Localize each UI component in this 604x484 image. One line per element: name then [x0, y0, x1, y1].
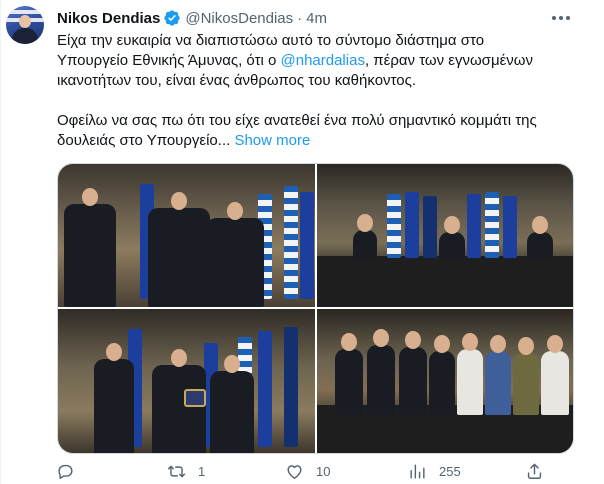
media-grid [57, 163, 574, 454]
retweet-icon [167, 465, 186, 477]
tweet-text-segment: δουλειάς στο Υπουργείο... [57, 132, 231, 149]
views-icon [410, 463, 425, 479]
tweet-text-line: Είχα την ευκαιρία να διαπιστώσω αυτό το … [57, 32, 485, 49]
mention-link[interactable]: @nhardalias [281, 52, 365, 69]
tweet-text: Είχα την ευκαιρία να διαπιστώσω αυτό το … [57, 31, 557, 151]
photo-3[interactable] [58, 309, 315, 453]
author-handle[interactable]: @NikosDendias [185, 10, 293, 27]
tweet-text-line: Υπουργείο Εθνικής Άμυνας, ότι ο @nhardal… [57, 51, 557, 71]
separator-dot: · [297, 9, 303, 27]
author-name[interactable]: Nikos Dendias [57, 10, 160, 27]
more-dots-icon[interactable] [549, 6, 573, 30]
reply-button[interactable] [56, 460, 87, 482]
tweet-actions: 1 10 255 [51, 460, 571, 484]
photo-4[interactable] [317, 309, 573, 453]
verified-badge-icon [164, 10, 181, 26]
like-button[interactable]: 10 [285, 460, 330, 482]
share-icon [527, 463, 542, 479]
tweet-text-segment: , πέραν των εγνωσμένων [364, 52, 533, 69]
photo-1[interactable] [58, 164, 315, 307]
photo-2[interactable] [317, 164, 573, 307]
like-count: 10 [316, 463, 331, 479]
show-more-link[interactable]: Show more [234, 132, 310, 149]
share-button[interactable] [525, 460, 544, 482]
timestamp[interactable]: 4m [306, 10, 327, 27]
tweet-text-line: Οφείλω να σας πω ότι του είχε ανατεθεί έ… [57, 112, 537, 129]
tweet[interactable]: Nikos Dendias @NikosDendias · 4m Είχα τη… [0, 0, 604, 484]
tweet-text-line: ικανοτήτων του, είναι ένας άνθρωπος του … [57, 72, 416, 89]
views-button[interactable]: 255 [408, 460, 461, 482]
views-count: 255 [439, 463, 461, 479]
retweet-button[interactable]: 1 [167, 460, 205, 482]
avatar[interactable] [6, 6, 44, 44]
heart-icon [287, 464, 302, 479]
tweet-text-segment: Υπουργείο Εθνικής Άμυνας, ότι ο [57, 52, 281, 69]
tweet-text-line: δουλειάς στο Υπουργείο... Show more [57, 131, 557, 151]
tweet-header: Nikos Dendias @NikosDendias · 4m [57, 8, 327, 28]
reply-icon [58, 464, 73, 479]
retweet-count: 1 [198, 463, 206, 479]
